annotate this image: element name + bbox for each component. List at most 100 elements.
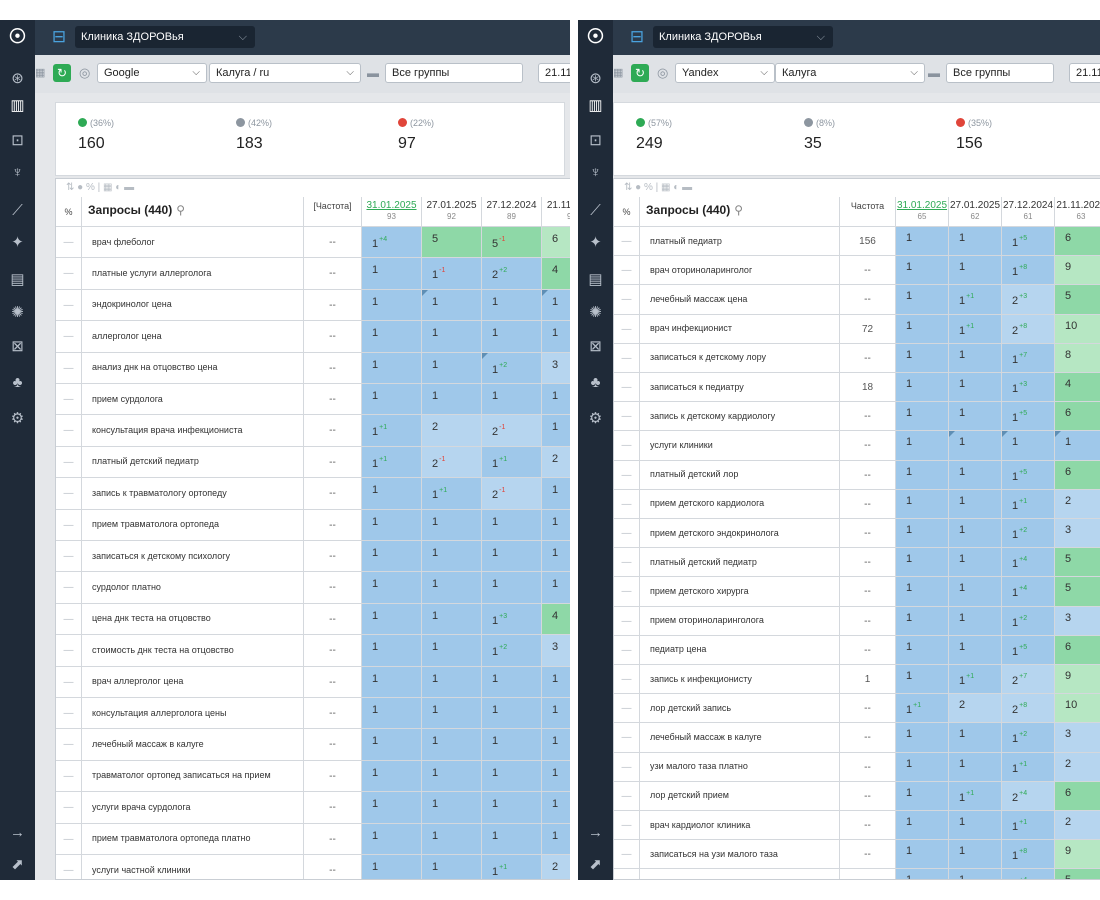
row-drag-handle[interactable]: —: [614, 402, 640, 432]
query-cell[interactable]: прием детского хирурга: [640, 577, 840, 607]
rail-chart-icon[interactable]: ⟋: [0, 198, 35, 224]
query-cell[interactable]: прием оториноларинголога: [640, 606, 840, 636]
refresh-button[interactable]: ↻: [53, 64, 71, 82]
row-drag-handle[interactable]: —: [56, 603, 82, 636]
row-drag-handle[interactable]: —: [614, 635, 640, 665]
query-cell[interactable]: стоимость днк теста на отцовство: [82, 635, 304, 667]
row-drag-handle[interactable]: —: [56, 446, 82, 479]
rail-monitor-icon[interactable]: ⊡: [0, 128, 35, 154]
search-engine-select[interactable]: Yandex ⌵: [675, 63, 775, 83]
rail-structure-icon[interactable]: ♣: [0, 370, 35, 396]
query-cell[interactable]: записаться к детскому лору: [640, 343, 840, 373]
row-drag-handle[interactable]: —: [56, 792, 82, 824]
row-drag-handle[interactable]: —: [614, 519, 640, 549]
rail-logout-icon[interactable]: →: [0, 820, 35, 846]
query-cell[interactable]: цена днк теста на отцовство: [82, 603, 304, 636]
date-label[interactable]: 27.01.2025: [949, 197, 1001, 211]
row-drag-handle[interactable]: —: [614, 840, 640, 870]
query-cell[interactable]: врач оториноларинголог: [640, 256, 840, 286]
row-drag-handle[interactable]: —: [614, 227, 640, 257]
rail-structure-icon[interactable]: ♣: [578, 370, 613, 396]
date-column-header[interactable]: 31.01.2025 93: [362, 197, 422, 227]
query-cell[interactable]: записаться к детскому психологу: [82, 541, 304, 573]
query-cell[interactable]: врач кардиолог клиника: [640, 811, 840, 841]
row-drag-handle[interactable]: —: [56, 258, 82, 290]
frequency-column-header[interactable]: Частота: [840, 197, 896, 227]
query-cell[interactable]: врач инфекционист калуга: [640, 869, 840, 879]
query-cell[interactable]: врач инфекционист: [640, 314, 840, 344]
query-cell[interactable]: аллерголог цена: [82, 321, 304, 353]
rail-competitor-icon[interactable]: ✺: [578, 300, 613, 326]
query-cell[interactable]: платный детский лор: [640, 460, 840, 490]
row-drag-handle[interactable]: —: [56, 415, 82, 447]
query-cell[interactable]: записаться на узи малого таза: [640, 840, 840, 870]
date-column-header[interactable]: 31.01.2025 65: [896, 197, 949, 227]
query-cell[interactable]: травматолог ортопед записаться на прием: [82, 760, 304, 793]
query-cell[interactable]: лечебный массаж в калуге: [640, 723, 840, 753]
query-cell[interactable]: запись к травматологу ортопеду: [82, 478, 304, 510]
rail-dashboard-icon[interactable]: ⊛: [578, 66, 613, 92]
row-drag-handle[interactable]: —: [56, 635, 82, 667]
search-icon[interactable]: ⚲: [734, 203, 743, 217]
search-engine-select[interactable]: Google ⌵: [97, 63, 207, 83]
group-select[interactable]: Все группы: [946, 63, 1054, 83]
project-select[interactable]: Клиника ЗДОРОВья ⌵: [75, 26, 255, 48]
rail-logout-icon[interactable]: →: [578, 820, 613, 846]
rail-trophy-icon[interactable]: ♆: [0, 160, 35, 186]
row-drag-handle[interactable]: —: [614, 665, 640, 695]
query-cell[interactable]: платный педиатр: [640, 227, 840, 257]
query-cell[interactable]: запись к детскому кардиологу: [640, 402, 840, 432]
row-drag-handle[interactable]: —: [56, 666, 82, 698]
rail-settings-icon[interactable]: ⚙: [0, 406, 35, 432]
rail-pin-icon[interactable]: ✦: [578, 230, 613, 256]
query-cell[interactable]: платные услуги аллерголога: [82, 258, 304, 290]
row-drag-handle[interactable]: —: [614, 489, 640, 519]
project-select[interactable]: Клиника ЗДОРОВья ⌵: [653, 26, 833, 48]
rail-trophy-icon[interactable]: ♆: [578, 160, 613, 186]
query-cell[interactable]: запись к инфекционисту: [640, 665, 840, 695]
row-drag-handle[interactable]: —: [614, 781, 640, 811]
date-column-header[interactable]: 27.01.2025 62: [949, 197, 1002, 227]
row-drag-handle[interactable]: —: [614, 256, 640, 286]
date-column-header[interactable]: 21.11.202463: [1055, 197, 1100, 227]
row-drag-handle[interactable]: —: [614, 460, 640, 490]
row-drag-handle[interactable]: —: [614, 752, 640, 782]
table-toolbar-icons[interactable]: ⇅ ● % | ▦ ◐ ▬: [56, 179, 372, 197]
query-cell[interactable]: услуги врача сурдолога: [82, 792, 304, 824]
rail-pin-icon[interactable]: ✦: [0, 230, 35, 256]
query-cell[interactable]: консультация аллерголога цены: [82, 698, 304, 730]
row-drag-handle[interactable]: —: [56, 823, 82, 855]
row-drag-handle[interactable]: —: [614, 431, 640, 461]
row-drag-handle[interactable]: —: [614, 869, 640, 879]
query-cell[interactable]: прием травматолога ортопеда: [82, 509, 304, 541]
row-drag-handle[interactable]: —: [56, 729, 82, 761]
date-label[interactable]: 21.11.2024: [542, 197, 570, 211]
query-cell[interactable]: консультация врача инфекциониста: [82, 415, 304, 447]
query-cell[interactable]: услуги частной клиники: [82, 855, 304, 879]
rail-check-icon[interactable]: ⊠: [578, 334, 613, 360]
row-drag-handle[interactable]: —: [614, 606, 640, 636]
query-cell[interactable]: врач аллерголог цена: [82, 666, 304, 698]
row-drag-handle[interactable]: —: [56, 572, 82, 604]
rail-check-icon[interactable]: ⊠: [0, 334, 35, 360]
row-drag-handle[interactable]: —: [614, 811, 640, 841]
frequency-column-header[interactable]: [Частота]: [304, 197, 362, 227]
date-select[interactable]: 21.11.2024: [538, 63, 570, 83]
date-label[interactable]: 27.12.2024: [1002, 197, 1054, 211]
date-label[interactable]: 27.12.2024: [482, 197, 541, 211]
region-select[interactable]: Калуга ⌵: [775, 63, 925, 83]
group-select[interactable]: Все группы: [385, 63, 523, 83]
region-select[interactable]: Калуга / ru ⌵: [209, 63, 361, 83]
query-cell[interactable]: эндокринолог цена: [82, 289, 304, 322]
rail-analytics-icon[interactable]: ▥: [578, 93, 613, 119]
row-drag-handle[interactable]: —: [614, 577, 640, 607]
row-drag-handle[interactable]: —: [56, 541, 82, 573]
query-cell[interactable]: врач флеболог: [82, 227, 304, 259]
refresh-button[interactable]: ↻: [631, 64, 649, 82]
row-drag-handle[interactable]: —: [56, 509, 82, 541]
query-cell[interactable]: лор детский запись: [640, 694, 840, 724]
rail-report-icon[interactable]: ▤: [0, 267, 35, 293]
row-drag-handle[interactable]: —: [614, 694, 640, 724]
query-cell[interactable]: прием детского эндокринолога: [640, 519, 840, 549]
query-column-header[interactable]: Запросы (440) ⚲: [82, 197, 304, 227]
